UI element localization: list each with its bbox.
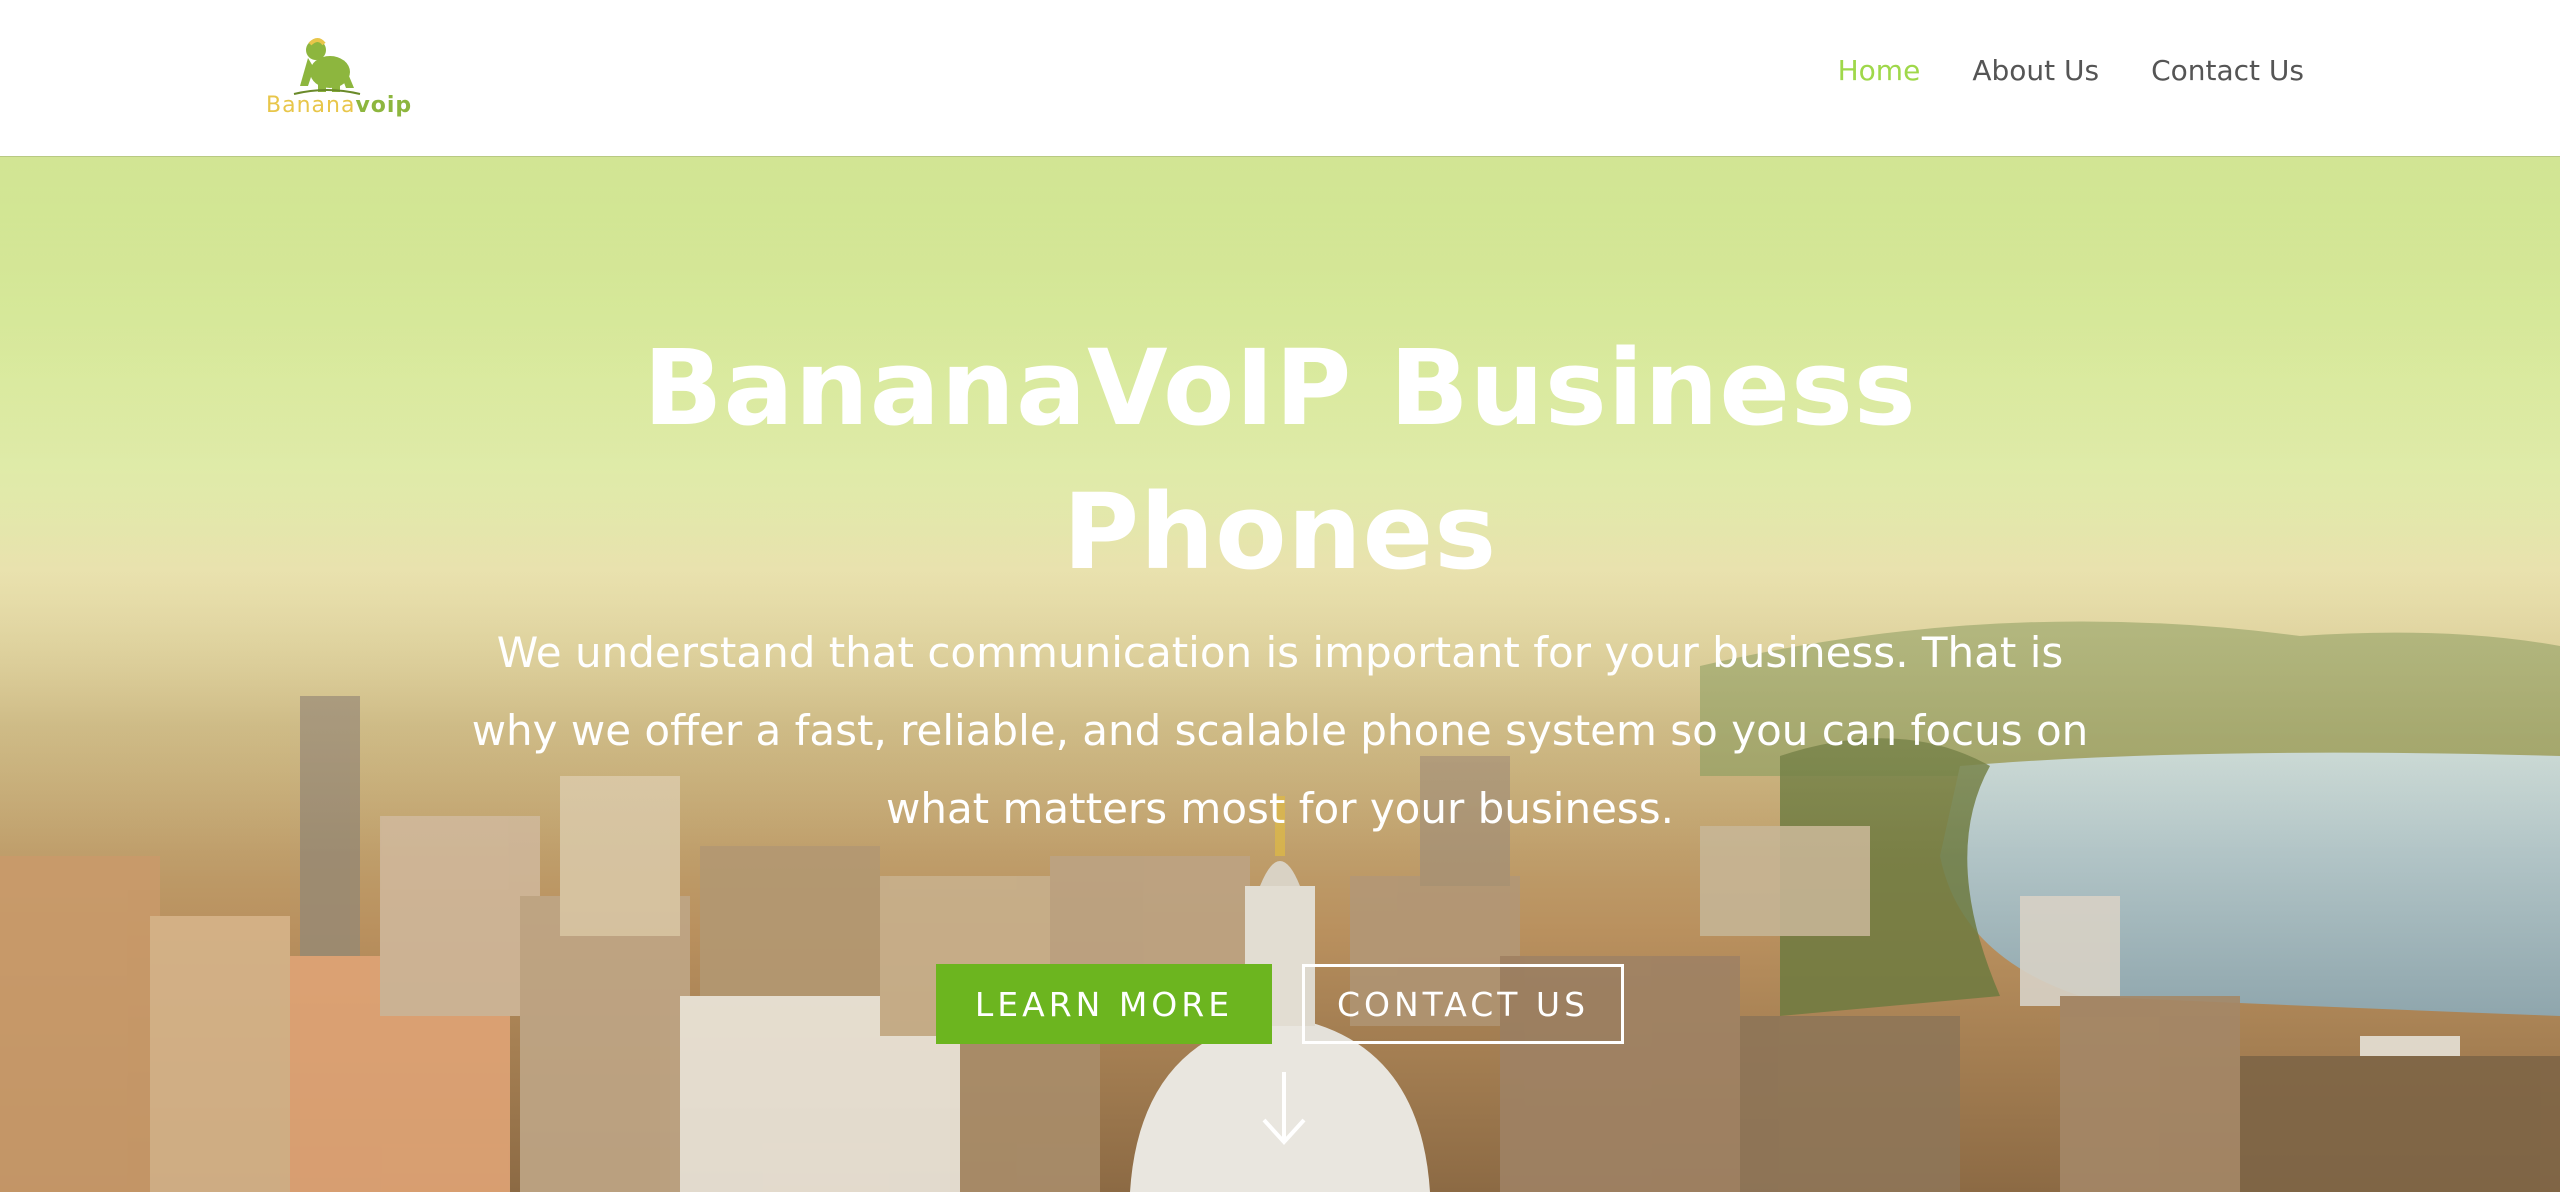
logo-wordmark: Bananavoip bbox=[266, 93, 413, 118]
nav-contact-us[interactable]: Contact Us bbox=[2151, 54, 2304, 87]
nav-home[interactable]: Home bbox=[1838, 54, 1921, 87]
nav-about-us[interactable]: About Us bbox=[1972, 54, 2099, 87]
site-logo[interactable]: Bananavoip bbox=[262, 28, 411, 124]
learn-more-button[interactable]: LEARN MORE bbox=[936, 964, 1272, 1044]
arrow-down-icon[interactable] bbox=[1256, 1068, 1312, 1148]
hero-title-line1: BananaVoIP Business bbox=[643, 327, 1917, 449]
hero-title-line2: Phones bbox=[1062, 471, 1498, 593]
hero-section: BananaVoIP Business Phones We understand… bbox=[0, 156, 2560, 1192]
main-nav: Home About Us Contact Us bbox=[1838, 54, 2304, 87]
hero-title: BananaVoIP Business Phones bbox=[580, 316, 1980, 604]
hero-description: We understand that communication is impo… bbox=[471, 628, 2089, 833]
site-header: Bananavoip Home About Us Contact Us bbox=[0, 0, 2560, 156]
gorilla-logo-icon bbox=[293, 38, 361, 95]
contact-us-button[interactable]: CONTACT US bbox=[1302, 964, 1624, 1044]
